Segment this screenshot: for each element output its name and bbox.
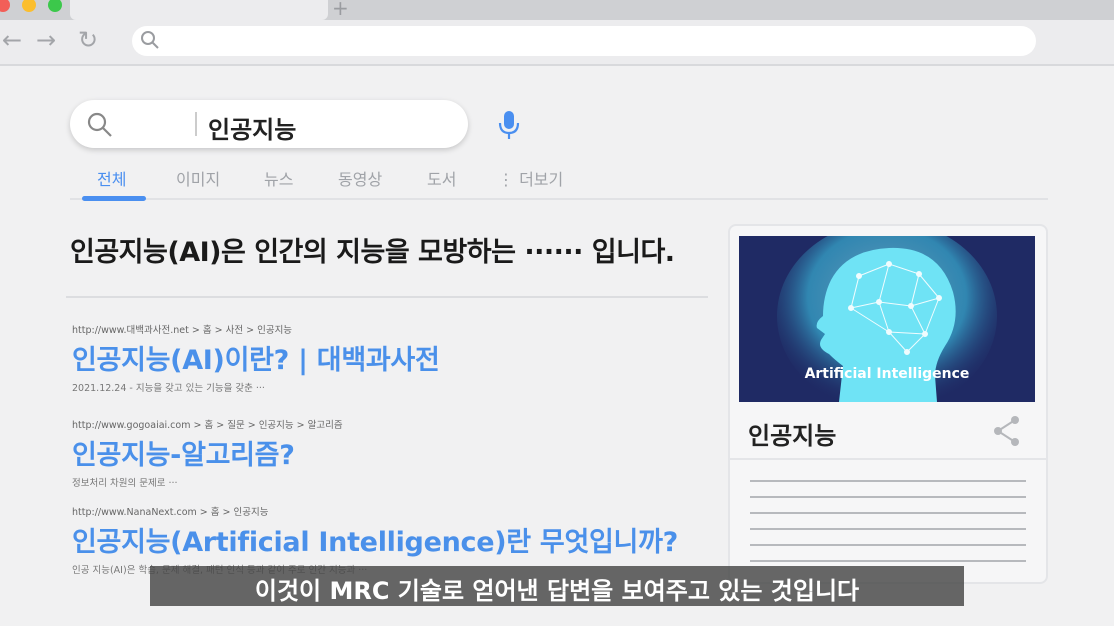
panel-image-caption: Artificial Intelligence	[804, 366, 970, 382]
tab-news[interactable]: 뉴스	[264, 166, 293, 190]
result-title-link[interactable]: 인공지능-알고리즘?	[72, 433, 343, 472]
panel-divider	[730, 458, 1046, 460]
search-tabs: 전체 이미지 뉴스 동영상 도서 ⋮ 더보기	[70, 166, 1048, 202]
search-result: http://www.gogoaiai.com > 홈 > 질문 > 인공지능 …	[72, 417, 343, 489]
share-icon[interactable]	[992, 414, 1022, 452]
placeholder-line	[750, 560, 1026, 562]
knowledge-panel: Artificial Intelligence 인공지능	[728, 224, 1048, 584]
placeholder-line	[750, 544, 1026, 546]
tab-more[interactable]: ⋮ 더보기	[498, 166, 563, 190]
browser-tab-active[interactable]	[70, 0, 328, 20]
search-icon	[86, 111, 114, 143]
new-tab-button[interactable]: +	[332, 0, 349, 20]
search-divider	[195, 112, 197, 136]
panel-image[interactable]: Artificial Intelligence	[739, 236, 1035, 402]
search-icon	[140, 30, 160, 54]
microphone-icon[interactable]	[498, 110, 520, 144]
result-snippet: 정보처리 차원의 문제로 ···	[72, 478, 178, 489]
window-close-dot[interactable]	[0, 0, 10, 12]
placeholder-line	[750, 480, 1026, 482]
back-button[interactable]: ←	[2, 28, 22, 52]
reload-button[interactable]: ↻	[78, 28, 98, 52]
tab-books[interactable]: 도서	[427, 166, 456, 190]
browser-toolbar: ← → ↻	[0, 20, 1114, 66]
result-title-link[interactable]: 인공지능(AI)이란? | 대백과사전	[72, 338, 440, 377]
subtitle-text: 이것이 MRC 기술로 얻어낸 답변을 보여주고 있는 것입니다	[254, 577, 860, 605]
result-url[interactable]: http://www.gogoaiai.com > 홈 > 질문 > 인공지능 …	[72, 417, 343, 431]
search-query: 인공지능	[208, 116, 297, 144]
result-snippet: 2021.12.24 - 지능을 갖고 있는 기능을 갖춘 ···	[72, 383, 265, 394]
answer-divider	[66, 296, 708, 298]
browser-tab-strip: +	[0, 0, 1114, 20]
tab-videos[interactable]: 동영상	[338, 166, 382, 190]
placeholder-line	[750, 512, 1026, 514]
tab-all[interactable]: 전체	[97, 166, 126, 190]
panel-title: 인공지능	[748, 422, 837, 450]
search-input[interactable]: 인공지능	[70, 100, 520, 148]
search-result: http://www.대백과사전.net > 홈 > 사전 > 인공지능 인공지…	[72, 322, 440, 394]
featured-answer: 인공지능(AI)은 인간의 지능을 모방하는 ······ 입니다.	[70, 237, 675, 268]
address-bar[interactable]	[132, 26, 1036, 56]
window-minimize-dot[interactable]	[22, 0, 36, 12]
result-url[interactable]: http://www.NanaNext.com > 홈 > 인공지능	[72, 504, 678, 518]
window-maximize-dot[interactable]	[48, 0, 62, 12]
result-url[interactable]: http://www.대백과사전.net > 홈 > 사전 > 인공지능	[72, 322, 440, 336]
placeholder-line	[750, 528, 1026, 530]
active-tab-indicator	[82, 196, 146, 201]
video-subtitle: 이것이 MRC 기술로 얻어낸 답변을 보여주고 있는 것입니다	[150, 566, 964, 606]
result-title-link[interactable]: 인공지능(Artificial Intelligence)란 무엇입니까?	[72, 520, 678, 559]
tab-images[interactable]: 이미지	[176, 166, 220, 190]
placeholder-line	[750, 496, 1026, 498]
forward-button[interactable]: →	[36, 28, 56, 52]
tabs-underline	[70, 198, 1048, 200]
